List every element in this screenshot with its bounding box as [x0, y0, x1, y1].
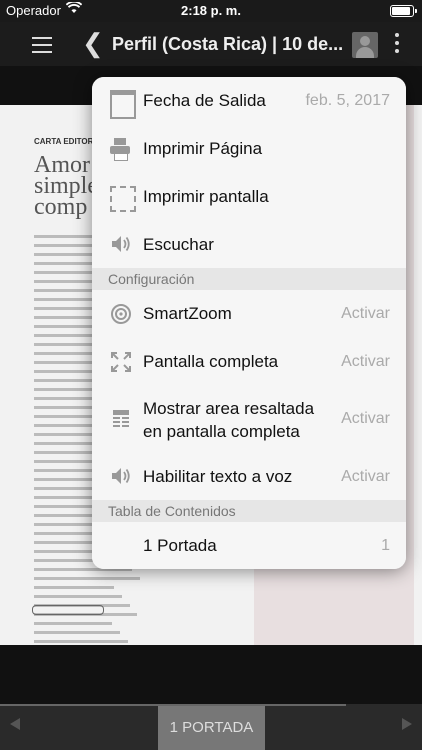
printer-icon — [110, 138, 132, 161]
menu-item-label: Imprimir Página — [143, 139, 263, 158]
section-title: Configuración — [108, 271, 195, 287]
menu-item-fecha-de-salida[interactable]: Fecha de Salida feb. 5, 2017 — [92, 77, 406, 126]
text-line — [34, 577, 140, 580]
toc-item-portada[interactable]: 1 Portada 1 — [92, 522, 406, 569]
fullscreen-icon — [110, 351, 132, 373]
toc-item-label: 1 Portada — [143, 536, 217, 555]
menu-item-label: Escuchar — [143, 235, 214, 254]
menu-item-label: SmartZoom — [143, 304, 232, 323]
navigation-bar: ❮ Perfil (Costa Rica) | 10 de... — [0, 22, 422, 66]
more-options-icon[interactable] — [395, 33, 401, 57]
screen-capture-icon — [110, 186, 136, 212]
menu-item-escuchar[interactable]: Escuchar — [92, 221, 406, 268]
speaker-icon — [110, 233, 132, 255]
menu-item-label: Mostrar area resaltada en pantalla compl… — [143, 397, 314, 443]
menu-item-label: Pantalla completa — [143, 352, 279, 371]
menu-item-label: Habilitar texto a voz — [143, 467, 293, 486]
page-headline: Amor simple comp — [34, 153, 98, 220]
label-line: Mostrar area resaltada — [143, 399, 315, 418]
bottom-bar: 1 PORTADA — [0, 704, 422, 750]
calendar-icon — [110, 90, 136, 119]
clock: 2:18 p. m. — [181, 3, 241, 18]
text-line — [34, 586, 115, 589]
activate-toggle[interactable]: Activar — [341, 468, 390, 486]
hamburger-menu-icon[interactable] — [32, 37, 52, 53]
highlight-area-icon — [110, 408, 132, 430]
toc-section-header: Tabla de Contenidos — [92, 500, 406, 522]
activate-toggle[interactable]: Activar — [341, 353, 390, 371]
activate-toggle[interactable]: Activar — [341, 305, 390, 323]
menu-item-label: Fecha de Salida — [143, 91, 266, 110]
previous-page-icon[interactable] — [10, 718, 20, 730]
menu-item-pantalla-completa[interactable]: Pantalla completa Activar — [92, 338, 406, 387]
menu-item-imprimir-pagina[interactable]: Imprimir Página — [92, 125, 406, 174]
battery-icon — [390, 5, 417, 17]
text-line — [34, 622, 113, 625]
text-line — [34, 595, 122, 598]
headline-line: comp — [34, 194, 88, 220]
page-footer-badge — [32, 605, 104, 615]
section-title: Tabla de Contenidos — [108, 503, 236, 519]
menu-item-mostrar-area-resaltada[interactable]: Mostrar area resaltada en pantalla compl… — [92, 386, 406, 454]
text-line — [34, 631, 120, 634]
text-line — [34, 640, 128, 643]
label-line: en pantalla completa — [143, 422, 300, 441]
menu-item-imprimir-pantalla[interactable]: Imprimir pantalla — [92, 173, 406, 222]
text-to-speech-icon — [110, 465, 132, 487]
publication-title: Perfil (Costa Rica) | 10 de... — [112, 34, 344, 54]
config-section-header: Configuración — [92, 268, 406, 290]
next-page-icon[interactable] — [402, 718, 412, 730]
status-bar: Operador 2:18 p. m. — [0, 0, 422, 22]
release-date-value: feb. 5, 2017 — [305, 92, 390, 109]
back-chevron-icon[interactable]: ❮ — [82, 30, 104, 56]
toc-item-page-number: 1 — [381, 537, 390, 554]
activate-toggle[interactable]: Activar — [341, 410, 390, 428]
menu-item-label: Imprimir pantalla — [143, 187, 269, 206]
options-popover: Fecha de Salida feb. 5, 2017 Imprimir Pá… — [92, 77, 406, 569]
smartzoom-icon — [110, 303, 132, 325]
menu-item-habilitar-texto-a-voz[interactable]: Habilitar texto a voz Activar — [92, 453, 406, 500]
account-avatar-icon[interactable] — [352, 32, 378, 58]
menu-item-smartzoom[interactable]: SmartZoom Activar — [92, 290, 406, 339]
current-section-button[interactable]: 1 PORTADA — [158, 706, 265, 750]
